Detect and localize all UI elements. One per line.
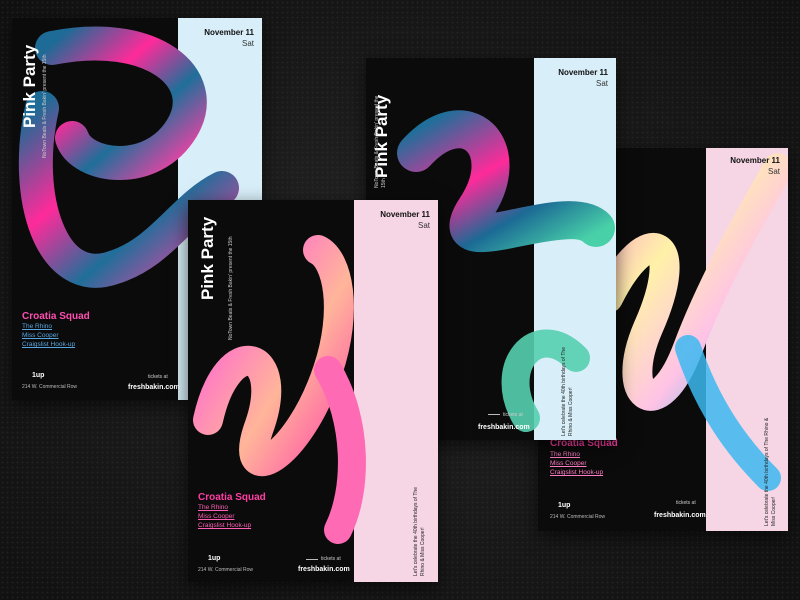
poster-2-url: freshbakin.com xyxy=(298,566,350,573)
poster-2-tickets-label: tickets at xyxy=(321,556,341,562)
poster-4-tickets-label: tickets at xyxy=(676,500,696,506)
poster-1-act: The Rhino xyxy=(22,323,52,330)
poster-1-presenter: NoTown Beats & Fresh Bakin' present the … xyxy=(42,54,48,158)
poster-3-url: freshbakin.com xyxy=(478,424,530,431)
poster-4-venue: 1up xyxy=(558,502,571,509)
poster-2-day: Sat xyxy=(417,221,430,230)
poster-2-act: Miss Cooper xyxy=(198,513,235,520)
poster-3-side-note: Let's celebrate the 40th birthdays of Th… xyxy=(561,347,574,436)
poster-4-act: Miss Cooper xyxy=(550,460,587,467)
poster-1-address: 214 W. Commercial Row xyxy=(22,384,78,390)
poster-1-title: Pink Party xyxy=(20,44,39,128)
poster-1-headline: Croatia Squad xyxy=(22,311,90,322)
poster-2-side-note: Let's celebrate the 40th birthdays of Th… xyxy=(413,487,426,576)
poster-4-url: freshbakin.com xyxy=(654,512,706,519)
poster-3-tickets-label: tickets at xyxy=(503,412,523,418)
poster-4-act: The Rhino xyxy=(550,451,580,458)
poster-1-date: November 11 xyxy=(204,28,254,37)
poster-4-date: November 11 xyxy=(730,156,780,165)
poster-2-address: 214 W. Commercial Row xyxy=(198,567,254,573)
poster-4-act: Craigslist Hook-up xyxy=(550,469,604,476)
poster-3-day: Sat xyxy=(595,79,608,88)
poster-2-headline: Croatia Squad xyxy=(198,492,266,503)
poster-1-venue: 1up xyxy=(32,372,45,379)
poster-1-day: Sat xyxy=(241,39,254,48)
poster-2-title: Pink Party xyxy=(198,216,217,300)
poster-1-act: Craigslist Hook-up xyxy=(22,341,76,348)
poster-3-presenter: NoTown Beats & Fresh Bakin' present the … xyxy=(374,95,387,188)
poster-1-url: freshbakin.com xyxy=(128,384,180,391)
poster-2-act: Craigslist Hook-up xyxy=(198,522,252,529)
poster-2-presenter: NoTown Beats & Fresh Bakin' present the … xyxy=(228,236,234,340)
poster-4-day: Sat xyxy=(767,167,780,176)
poster-3-date: November 11 xyxy=(558,68,608,77)
poster-2: November 11 Sat Pink Party NoTown Beats … xyxy=(188,200,438,582)
poster-2-tickets-rule xyxy=(306,559,318,560)
poster-3-tickets-rule xyxy=(488,414,500,415)
poster-1-act: Miss Cooper xyxy=(22,332,59,339)
poster-1-tickets-label: tickets at xyxy=(148,374,168,380)
poster-2-date: November 11 xyxy=(380,210,430,219)
poster-2-act: The Rhino xyxy=(198,504,228,511)
poster-4-side-note: Let's celebrate the 40th birthdays of Th… xyxy=(764,417,777,526)
poster-2-venue: 1up xyxy=(208,555,221,562)
poster-4-address: 214 W. Commercial Row xyxy=(550,514,606,520)
